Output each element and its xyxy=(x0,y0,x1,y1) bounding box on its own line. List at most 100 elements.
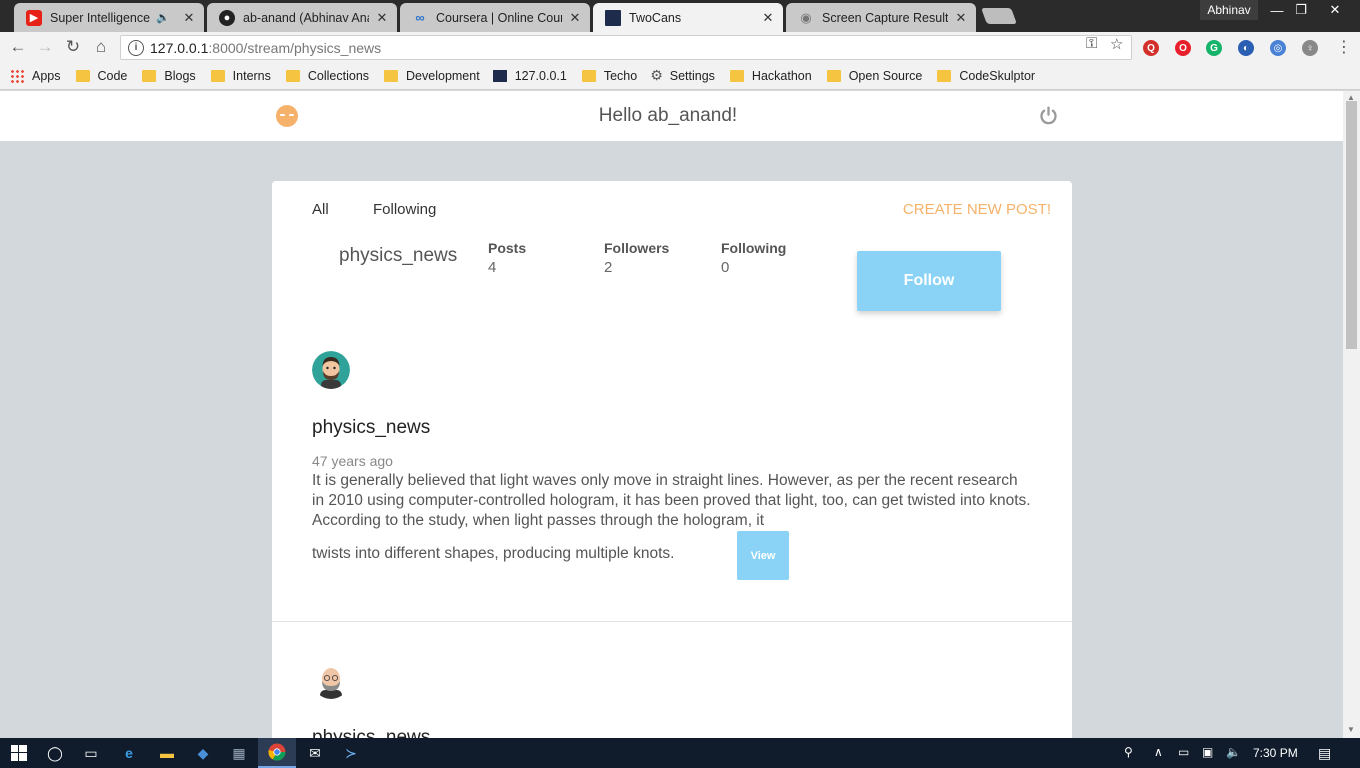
bookmark-label: CodeSkulptor xyxy=(959,68,1036,83)
post-author[interactable]: physics_news xyxy=(312,417,430,439)
mail-icon[interactable]: ✉ xyxy=(296,738,334,768)
pocket-extension-icon[interactable]: ◐ xyxy=(1238,40,1254,56)
site-info-icon[interactable]: i xyxy=(128,39,144,56)
avatar[interactable] xyxy=(312,661,350,699)
powershell-icon[interactable]: ≻ xyxy=(332,738,370,768)
search-icon[interactable]: ◯ xyxy=(36,738,74,768)
close-icon[interactable]: ✕ xyxy=(761,10,775,26)
taskbar-clock[interactable]: 7:30 PM xyxy=(1253,746,1298,760)
post-divider xyxy=(272,621,1072,622)
browser-tab-strip: ▶ Super Intelligence: Fo 🔈 ✕ ● ab-anand … xyxy=(0,0,1360,32)
gear-icon: ⚙ xyxy=(650,67,663,83)
stat-label: Following xyxy=(721,240,787,256)
tab-title: TwoCans xyxy=(629,10,682,25)
window-close-icon[interactable]: ✕ xyxy=(1320,0,1350,20)
bookmark-apps[interactable]: Apps xyxy=(10,68,61,83)
bookmark-techo[interactable]: Techo xyxy=(580,69,637,83)
bookmark-label: Open Source xyxy=(848,68,923,83)
address-bar[interactable]: i 127.0.0.1 :8000/stream/physics_news xyxy=(120,35,1132,60)
grammarly-extension-icon[interactable]: G xyxy=(1206,40,1222,56)
url-path: :8000/stream/physics_news xyxy=(208,39,382,56)
post-body-last-line: twists into different shapes, producing … xyxy=(312,545,675,562)
folder-icon xyxy=(75,69,90,82)
page-viewport: Hello ab_anand! All Following CREATE NEW… xyxy=(0,91,1343,738)
post-author[interactable]: physics_news xyxy=(312,727,430,738)
app-icon[interactable]: ▦ xyxy=(220,738,258,768)
bookmark-blogs[interactable]: Blogs xyxy=(140,68,196,83)
tab-all[interactable]: All xyxy=(312,201,329,218)
browser-tab-active[interactable]: TwoCans ✕ xyxy=(593,3,783,32)
globe-extension-icon[interactable]: ◎ xyxy=(1270,40,1286,56)
create-post-link[interactable]: CREATE NEW POST! xyxy=(903,201,1051,218)
bookmark-code[interactable]: Code xyxy=(74,68,128,83)
github-icon: ● xyxy=(219,9,235,26)
python-icon[interactable]: ◆ xyxy=(184,738,222,768)
battery-icon[interactable]: ▭ xyxy=(1178,745,1189,759)
bookmark-label: Collections xyxy=(307,68,370,83)
bookmark-development[interactable]: Development xyxy=(382,69,480,83)
bookmark-label: Development xyxy=(406,68,480,83)
avatar[interactable] xyxy=(312,351,350,389)
stat-followers: Followers 2 xyxy=(604,240,669,276)
tray-chevron-icon[interactable]: ∧ xyxy=(1154,745,1163,759)
page-scrollbar[interactable]: ▲ ▼ xyxy=(1343,91,1360,738)
scrollbar-thumb[interactable] xyxy=(1346,101,1357,349)
bookmark-open-source[interactable]: Open Source xyxy=(825,68,923,83)
folder-icon xyxy=(210,69,225,82)
browser-tab[interactable]: ◉ Screen Capture Result ✕ xyxy=(786,3,976,32)
browser-menu-icon[interactable]: ⋮ xyxy=(1336,37,1352,57)
restore-icon[interactable]: ❐ xyxy=(1286,0,1316,20)
stat-value: 4 xyxy=(488,259,497,276)
tab-title: ab-anand (Abhinav Anan xyxy=(243,10,369,25)
edge-icon[interactable]: e xyxy=(110,738,148,768)
folder-icon xyxy=(285,69,300,82)
apps-icon xyxy=(10,68,24,83)
stat-label: Followers xyxy=(604,240,670,256)
people-icon[interactable]: ⚲ xyxy=(1124,745,1133,759)
back-icon[interactable]: ← xyxy=(6,36,30,58)
power-icon[interactable] xyxy=(1038,105,1059,126)
browser-tab[interactable]: ● ab-anand (Abhinav Anan ✕ xyxy=(207,3,397,32)
network-icon[interactable]: ▣ xyxy=(1202,745,1213,759)
file-explorer-icon[interactable]: ▬ xyxy=(148,738,186,768)
speaker-icon[interactable]: 🔈 xyxy=(156,11,170,24)
browser-toolbar: ← → ↻ ⌂ i 127.0.0.1 :8000/stream/physics… xyxy=(0,32,1360,62)
forward-icon[interactable]: → xyxy=(33,36,57,58)
profile-name[interactable]: Abhinav xyxy=(1200,0,1258,20)
post-timestamp: 47 years ago xyxy=(312,453,393,469)
tab-following[interactable]: Following xyxy=(373,201,436,218)
new-tab-button[interactable] xyxy=(981,8,1017,24)
close-icon[interactable]: ✕ xyxy=(954,10,968,26)
notifications-icon[interactable]: ▤ xyxy=(1318,745,1331,762)
chrome-icon[interactable] xyxy=(258,738,296,768)
bookmark-label: Code xyxy=(97,68,128,83)
bookmark-collections[interactable]: Collections xyxy=(284,69,369,83)
extension-icon[interactable]: ♀ xyxy=(1302,40,1318,56)
scroll-down-icon[interactable]: ▼ xyxy=(1347,725,1355,734)
opera-extension-icon[interactable]: O xyxy=(1175,40,1191,56)
bookmark-label: Blogs xyxy=(164,68,196,83)
key-icon[interactable]: ⚿ xyxy=(1086,35,1097,52)
folder-icon xyxy=(937,69,952,82)
close-icon[interactable]: ✕ xyxy=(375,10,389,26)
terminal-icon xyxy=(605,9,621,26)
follow-button[interactable]: Follow xyxy=(857,251,1001,311)
bookmark-hackathon[interactable]: Hackathon xyxy=(728,69,812,83)
reload-icon[interactable]: ↻ xyxy=(61,36,85,58)
volume-icon[interactable]: 🔈 xyxy=(1226,745,1241,759)
bookmark-settings[interactable]: ⚙ Settings xyxy=(650,67,715,84)
close-icon[interactable]: ✕ xyxy=(182,10,196,26)
folder-icon xyxy=(384,69,399,82)
bookmark-interns[interactable]: Interns xyxy=(209,69,271,83)
bookmark-localhost[interactable]: 127.0.0.1 xyxy=(492,69,567,83)
home-icon[interactable]: ⌂ xyxy=(89,36,113,58)
windows-start-icon[interactable] xyxy=(0,738,38,768)
star-icon[interactable]: ☆ xyxy=(1110,35,1123,53)
bookmark-codeskulptor[interactable]: CodeSkulptor xyxy=(935,69,1035,83)
view-post-button[interactable]: View xyxy=(737,531,789,580)
quora-extension-icon[interactable]: Q xyxy=(1143,40,1159,56)
close-icon[interactable]: ✕ xyxy=(568,10,582,26)
browser-tab[interactable]: ▶ Super Intelligence: Fo 🔈 ✕ xyxy=(14,3,204,32)
task-view-icon[interactable]: ▭ xyxy=(72,738,110,768)
browser-tab[interactable]: ∞ Coursera | Online Course ✕ xyxy=(400,3,590,32)
